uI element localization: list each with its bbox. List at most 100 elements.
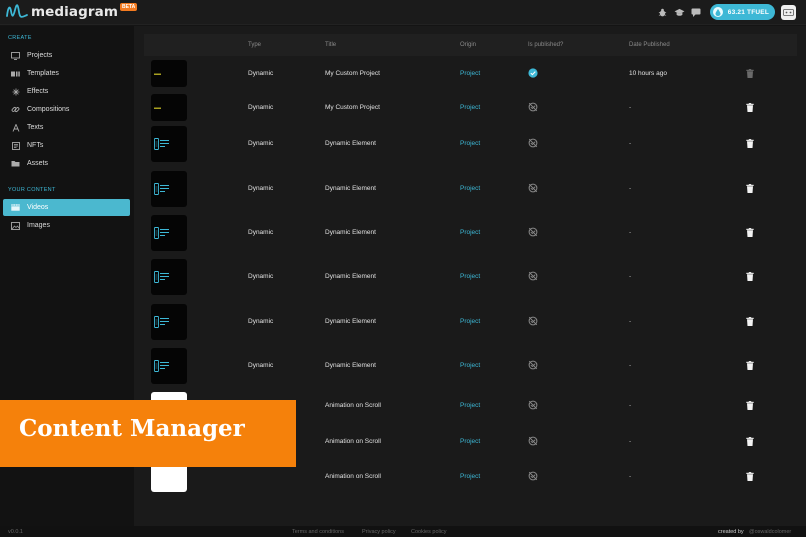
tfuel-balance: 63.21 TFUEL [727, 8, 769, 16]
bug-icon[interactable] [656, 6, 669, 19]
title-cell: Dynamic Element [325, 362, 376, 369]
delete-icon[interactable] [746, 361, 754, 370]
title-cell: My Custom Project [325, 69, 380, 77]
sidebar-item-assets[interactable]: Assets [3, 155, 130, 172]
table-row[interactable]: Dynamic Dynamic Element Project - [144, 171, 797, 207]
terms-link[interactable]: Terms and conditions [292, 529, 344, 535]
type-cell: Dynamic [248, 229, 274, 236]
video-thumbnail[interactable] [151, 171, 187, 207]
video-thumbnail[interactable] [151, 259, 187, 295]
sidebar-item-label: Templates [27, 70, 59, 77]
sidebar-item-effects[interactable]: Effects [3, 83, 130, 100]
unpublished-icon[interactable] [528, 436, 538, 446]
sidebar-item-compositions[interactable]: Compositions [3, 101, 130, 118]
video-thumbnail[interactable] [151, 304, 187, 340]
version-label: v0.0.1 [8, 529, 23, 535]
delete-icon[interactable] [746, 184, 754, 193]
date-cell: - [629, 402, 632, 409]
unpublished-icon[interactable] [528, 400, 538, 410]
video-thumbnail[interactable] [151, 94, 187, 121]
date-cell: - [629, 318, 632, 325]
sidebar-item-label: Videos [27, 204, 49, 211]
table-row[interactable]: Dynamic Dynamic Element Project - [144, 215, 797, 251]
column-header-type[interactable]: Type [248, 42, 261, 48]
unpublished-icon[interactable] [528, 102, 538, 112]
sidebar-item-projects[interactable]: Projects [3, 47, 130, 64]
unpublished-icon[interactable] [528, 271, 538, 281]
sparkle-icon [11, 87, 20, 96]
date-cell: - [629, 140, 632, 147]
date-cell: - [629, 273, 632, 280]
cookies-link[interactable]: Cookies policy [411, 529, 446, 535]
title-cell: Dynamic Element [325, 140, 376, 147]
tfuel-balance-button[interactable]: 63.21 TFUEL [709, 4, 775, 20]
origin-link[interactable]: Project [460, 402, 480, 409]
graduation-cap-icon[interactable] [673, 6, 686, 19]
published-check-icon[interactable] [528, 67, 538, 78]
origin-link[interactable]: Project [460, 318, 480, 325]
table-row[interactable]: Dynamic My Custom Project Project - [144, 94, 797, 121]
unpublished-icon[interactable] [528, 360, 538, 370]
table-row[interactable]: Dynamic Dynamic Element Project - [144, 126, 797, 162]
delete-icon[interactable] [746, 401, 754, 410]
unpublished-icon[interactable] [528, 138, 538, 148]
video-thumbnail[interactable] [151, 215, 187, 251]
column-header-origin[interactable]: Origin [460, 42, 476, 48]
origin-link[interactable]: Project [460, 70, 480, 77]
sidebar-item-label: Compositions [27, 106, 70, 113]
thumbnail-text-icon [154, 73, 161, 75]
beta-badge: BETA [120, 2, 138, 11]
origin-link[interactable]: Project [460, 438, 480, 445]
theta-logo-icon [154, 271, 169, 283]
nft-icon [11, 141, 20, 150]
origin-link[interactable]: Project [460, 185, 480, 192]
delete-icon[interactable] [746, 228, 754, 237]
video-thumbnail[interactable] [151, 126, 187, 162]
title-cell: Dynamic Element [325, 229, 376, 236]
delete-icon[interactable] [746, 317, 754, 326]
origin-link[interactable]: Project [460, 104, 480, 111]
chat-icon[interactable] [690, 6, 703, 19]
video-thumbnail[interactable] [151, 348, 187, 384]
delete-icon[interactable] [746, 139, 754, 148]
delete-icon[interactable] [746, 437, 754, 446]
text-icon [11, 123, 20, 132]
delete-icon[interactable] [746, 472, 754, 481]
video-thumbnail[interactable] [151, 60, 187, 87]
sidebar-item-templates[interactable]: Templates [3, 65, 130, 82]
delete-icon[interactable] [746, 102, 754, 112]
column-header-date[interactable]: Date Published [629, 42, 670, 48]
delete-icon[interactable] [746, 272, 754, 281]
credit-link[interactable]: @oswaldcolomer [749, 529, 791, 535]
column-header-title[interactable]: Title [325, 42, 336, 48]
sidebar-item-nfts[interactable]: NFTs [3, 137, 130, 154]
origin-link[interactable]: Project [460, 473, 480, 480]
credit-label: created by [718, 529, 744, 535]
unpublished-icon[interactable] [528, 471, 538, 481]
video-icon [11, 203, 20, 212]
unpublished-icon[interactable] [528, 227, 538, 237]
origin-link[interactable]: Project [460, 273, 480, 280]
origin-link[interactable]: Project [460, 362, 480, 369]
table-row[interactable]: Dynamic Dynamic Element Project - [144, 348, 797, 384]
table-row[interactable]: Dynamic My Custom Project Project 10 hours … [144, 60, 797, 87]
unpublished-icon[interactable] [528, 183, 538, 193]
title-cell: Dynamic Element [325, 273, 376, 280]
app-logo[interactable]: mediagram BETA [6, 2, 138, 20]
title-cell: Dynamic Element [325, 185, 376, 192]
sidebar-item-label: Assets [27, 160, 49, 167]
column-header-published[interactable]: Is published? [528, 42, 563, 48]
content-manager-banner: Content Manager [0, 400, 296, 467]
sidebar-item-texts[interactable]: Texts [3, 119, 130, 136]
delete-icon[interactable] [746, 68, 754, 78]
date-cell: - [629, 473, 632, 480]
user-avatar[interactable] [781, 4, 796, 20]
privacy-link[interactable]: Privacy policy [362, 529, 396, 535]
sidebar-item-videos[interactable]: Videos [3, 199, 130, 216]
unpublished-icon[interactable] [528, 316, 538, 326]
origin-link[interactable]: Project [460, 229, 480, 236]
sidebar-item-images[interactable]: Images [3, 217, 130, 234]
table-row[interactable]: Dynamic Dynamic Element Project - [144, 304, 797, 340]
table-row[interactable]: Dynamic Dynamic Element Project - [144, 259, 797, 295]
origin-link[interactable]: Project [460, 140, 480, 147]
